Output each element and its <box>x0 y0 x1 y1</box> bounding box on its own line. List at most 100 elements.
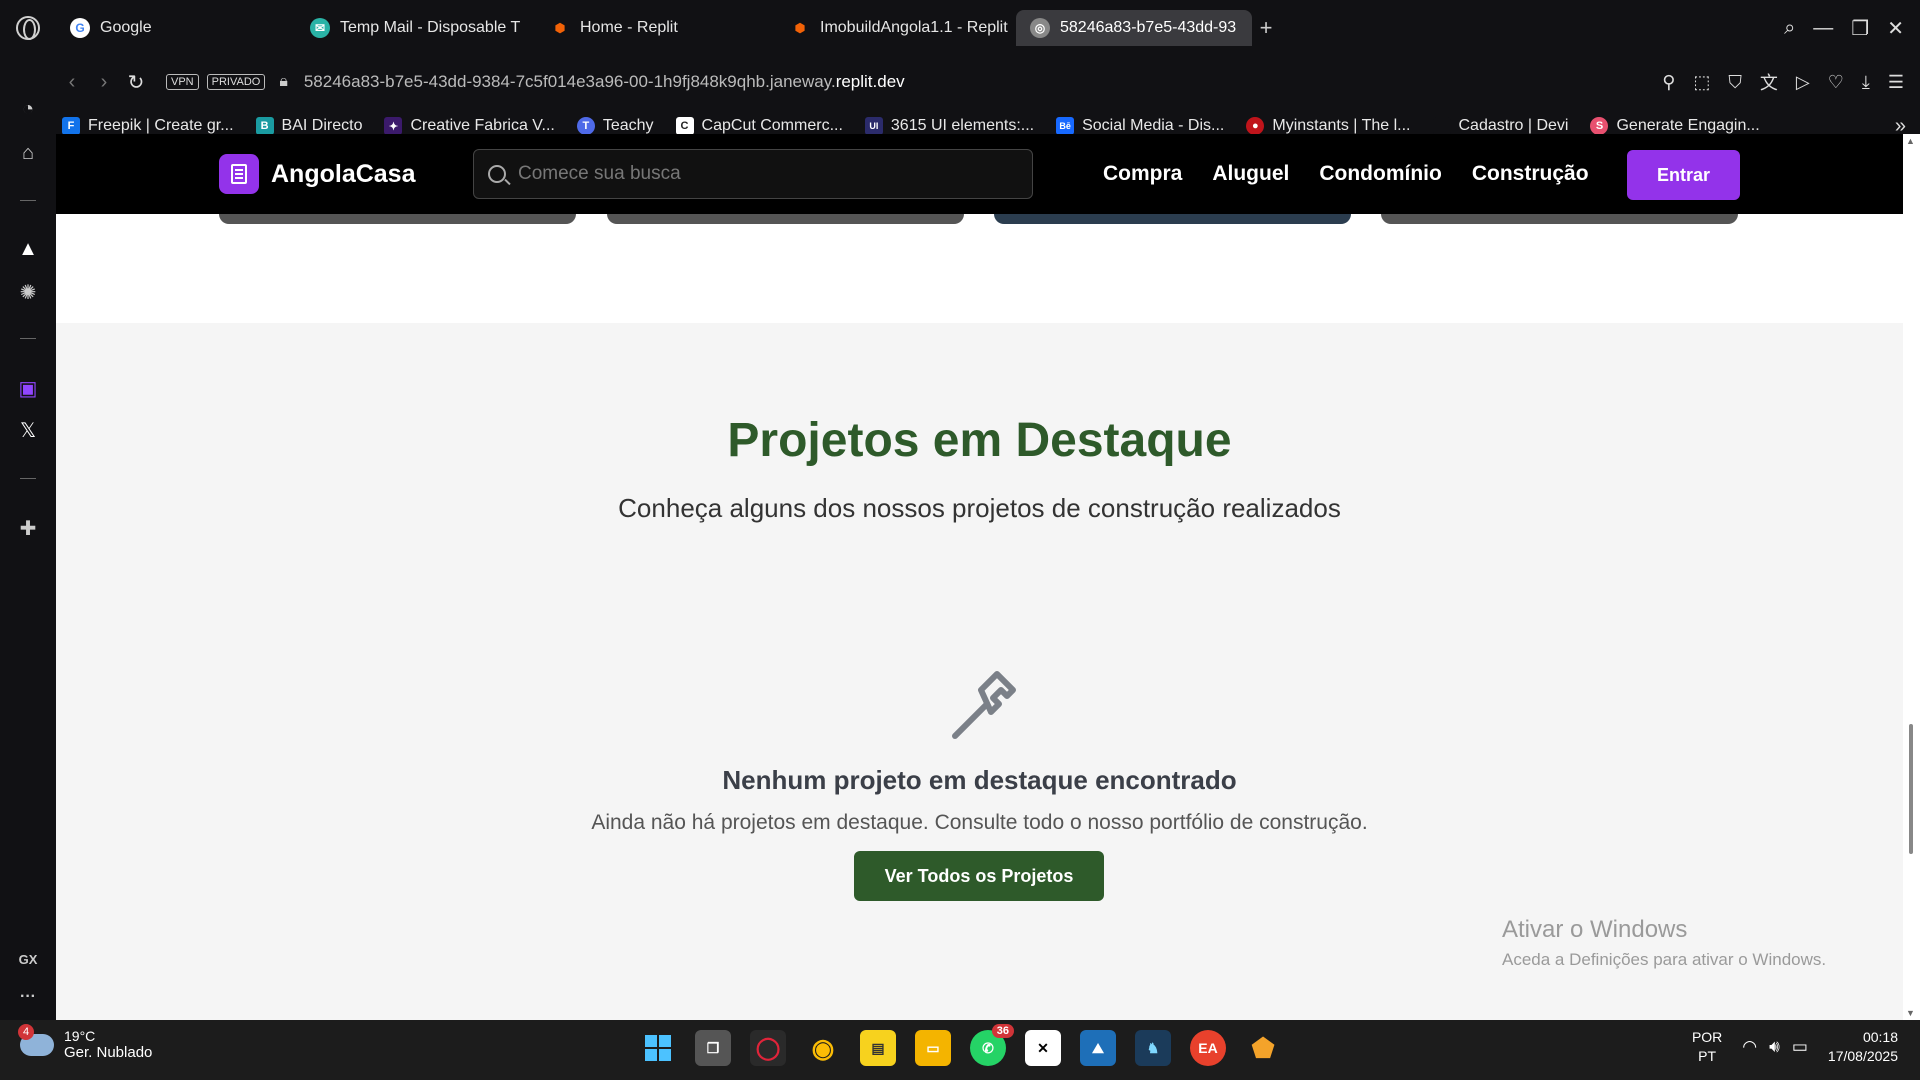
vpn-badge[interactable]: VPN <box>166 74 199 90</box>
shield-icon[interactable]: ⛉ <box>1728 72 1742 93</box>
download-icon[interactable]: ⤓ <box>1862 72 1870 93</box>
language-indicator[interactable]: POR PT <box>1692 1028 1722 1066</box>
capcut-icon: C <box>675 117 694 135</box>
bookmark-generate[interactable]: S Generate Engagin... <box>1590 117 1760 135</box>
back-icon[interactable]: ‹ <box>56 71 88 94</box>
nav-condominio[interactable]: Condomínio <box>1319 162 1441 186</box>
taskbar-apps: ❐ ◯ ◉ ▤ ▭ ✆ 36 ✕ ⛰ ♞ EA ⬟ <box>640 1024 1281 1066</box>
battery-icon: ▭ <box>1791 1037 1808 1056</box>
ea-app-icon[interactable]: EA <box>1190 1030 1226 1066</box>
url-field[interactable]: 58246a83-b7e5-43dd-9384-7c5f014e3a96-00-… <box>304 72 905 92</box>
new-tab-button[interactable]: + <box>1252 14 1280 42</box>
tab-label: Home - Replit <box>580 19 678 36</box>
nav-aluguel[interactable]: Aluguel <box>1212 162 1289 186</box>
temperature: 19°C <box>64 1028 96 1044</box>
lock-icon[interactable]: 🔒︎ <box>279 73 288 91</box>
file-explorer-icon[interactable]: ▭ <box>915 1030 951 1066</box>
weather-condition: Ger. Nublado <box>64 1044 153 1061</box>
tab-imobuild-replit[interactable]: ⬢ ImobuildAngola1.1 - Replit <box>776 10 1016 46</box>
bookmark-teachy[interactable]: T Teachy <box>576 117 654 135</box>
bookmark-capcut[interactable]: C CapCut Commerc... <box>675 117 843 135</box>
gx-icon[interactable]: GX <box>0 952 56 967</box>
history-icon[interactable]: ◔ <box>0 98 56 121</box>
game-app-icon[interactable]: ♞ <box>1135 1030 1171 1066</box>
site-logo[interactable]: AngolaCasa <box>219 154 415 194</box>
photos-icon[interactable]: ⛰ <box>1080 1030 1116 1066</box>
bookmark-myinstants[interactable]: ● Myinstants | The l... <box>1246 117 1411 135</box>
search-tabs-icon[interactable]: ⌕ <box>1784 17 1795 40</box>
system-tray: POR PT ◠ 🔊︎ ▭ 00:18 17/08/2025 <box>1692 1028 1898 1066</box>
site-header: AngolaCasa Compra Aluguel Condomínio Con… <box>56 134 1903 214</box>
capcut-app-icon[interactable]: ✕ <box>1025 1030 1061 1066</box>
minimize-icon[interactable]: — <box>1813 17 1833 40</box>
send-icon[interactable]: ▷ <box>1796 72 1810 93</box>
empty-state-text: Ainda não há projetos em destaque. Consu… <box>591 811 1368 834</box>
hammer-icon <box>952 671 1016 739</box>
scroll-up-icon[interactable]: ▲ <box>1906 136 1915 146</box>
login-button[interactable]: Entrar <box>1627 150 1740 200</box>
bookmark-freepik[interactable]: F Freepik | Create gr... <box>62 117 234 135</box>
url-prefix: 58246a83-b7e5-43dd-9384-7c5f014e3a96-00-… <box>303 72 836 91</box>
colorful-app-icon[interactable]: ⬟ <box>1245 1030 1281 1066</box>
logo-text: AngolaCasa <box>271 159 416 188</box>
snapshot-icon[interactable]: ⬚ <box>1693 72 1710 93</box>
x-twitter-icon[interactable]: 𝕏 <box>0 418 56 443</box>
close-icon[interactable]: ✕ <box>1887 16 1904 41</box>
search-box[interactable] <box>473 149 1033 199</box>
extensions-icon[interactable]: ✚ <box>0 516 56 541</box>
windows-start-icon[interactable] <box>640 1030 676 1066</box>
search-input[interactable] <box>518 163 998 185</box>
property-card-bottom <box>219 214 576 224</box>
google-icon: G <box>70 18 90 38</box>
clock[interactable]: 00:18 17/08/2025 <box>1828 1028 1898 1066</box>
easy-setup-icon[interactable]: ☰ <box>1888 72 1904 93</box>
browser-sidebar: ◔ ⌂ ▲ ✺ ▣ 𝕏 ✚ GX ··· <box>0 56 56 1020</box>
view-all-projects-button[interactable]: Ver Todos os Projetos <box>854 851 1104 901</box>
sidebar-more-icon[interactable]: ··· <box>0 988 56 1006</box>
forward-icon[interactable]: › <box>88 71 120 94</box>
bookmark-label: Cadastro | Devi <box>1458 117 1569 134</box>
task-view-icon[interactable]: ❐ <box>695 1030 731 1066</box>
weather-widget[interactable]: 4 19°C Ger. Nublado <box>18 1023 153 1061</box>
aria-icon[interactable]: ▲ <box>0 238 56 261</box>
sticky-notes-icon[interactable]: ▤ <box>860 1030 896 1066</box>
property-card-bottom <box>607 214 964 224</box>
tab-active-page[interactable]: ◎ 58246a83-b7e5-43dd-93 <box>1016 10 1252 46</box>
sidebar-divider <box>20 200 36 201</box>
heart-icon[interactable]: ♡ <box>1828 72 1844 93</box>
restore-icon[interactable]: ❐ <box>1851 16 1869 41</box>
tab-home-replit[interactable]: ⬢ Home - Replit <box>536 10 776 46</box>
scroll-down-icon[interactable]: ▼ <box>1906 1008 1915 1018</box>
workspace-icon[interactable]: ⌂ <box>0 142 56 165</box>
sidebar-divider <box>20 478 36 479</box>
twitch-icon[interactable]: ▣ <box>0 376 56 401</box>
nav-compra[interactable]: Compra <box>1103 162 1182 186</box>
page-scrollbar[interactable]: ▲ ▼ <box>1903 134 1920 1020</box>
wifi-icon: ◠ <box>1742 1037 1758 1056</box>
tab-temp-mail[interactable]: ✉ Temp Mail - Disposable T <box>296 10 536 46</box>
bookmark-label: BAI Directo <box>281 117 363 134</box>
property-card-bottom <box>994 214 1351 224</box>
bookmark-cadastro[interactable]: Cadastro | Devi <box>1432 117 1569 135</box>
bookmark-creative-fabrica[interactable]: ✦ Creative Fabrica V... <box>384 117 555 135</box>
translate-icon[interactable]: 文 <box>1760 69 1778 95</box>
bookmark-label: Social Media - Dis... <box>1082 117 1225 134</box>
bookmark-behance[interactable]: Bē Social Media - Dis... <box>1056 117 1224 135</box>
watermark-title: Ativar o Windows <box>1502 916 1688 943</box>
opera-gx-icon[interactable]: ◯ <box>750 1030 786 1066</box>
scrollbar-thumb[interactable] <box>1909 724 1913 854</box>
chatgpt-icon[interactable]: ✺ <box>0 280 56 305</box>
whatsapp-icon[interactable]: ✆ 36 <box>970 1024 1014 1066</box>
replit-icon: ⬢ <box>554 21 566 35</box>
tab-google[interactable]: G Google <box>56 10 296 46</box>
system-icons[interactable]: ◠ 🔊︎ ▭ <box>1742 1037 1808 1057</box>
bookmark-label: Teachy <box>602 117 654 134</box>
pin-icon[interactable]: ⚲ <box>1662 72 1675 93</box>
bookmark-ui-elements[interactable]: UI 3615 UI elements:... <box>864 117 1034 135</box>
chrome-icon[interactable]: ◉ <box>805 1030 841 1066</box>
reload-icon[interactable]: ↻ <box>120 70 152 95</box>
bookmark-bai[interactable]: B BAI Directo <box>255 117 363 135</box>
opera-menu-icon[interactable] <box>0 0 56 56</box>
teachy-icon: T <box>576 117 595 135</box>
nav-construcao[interactable]: Construção <box>1472 162 1589 186</box>
